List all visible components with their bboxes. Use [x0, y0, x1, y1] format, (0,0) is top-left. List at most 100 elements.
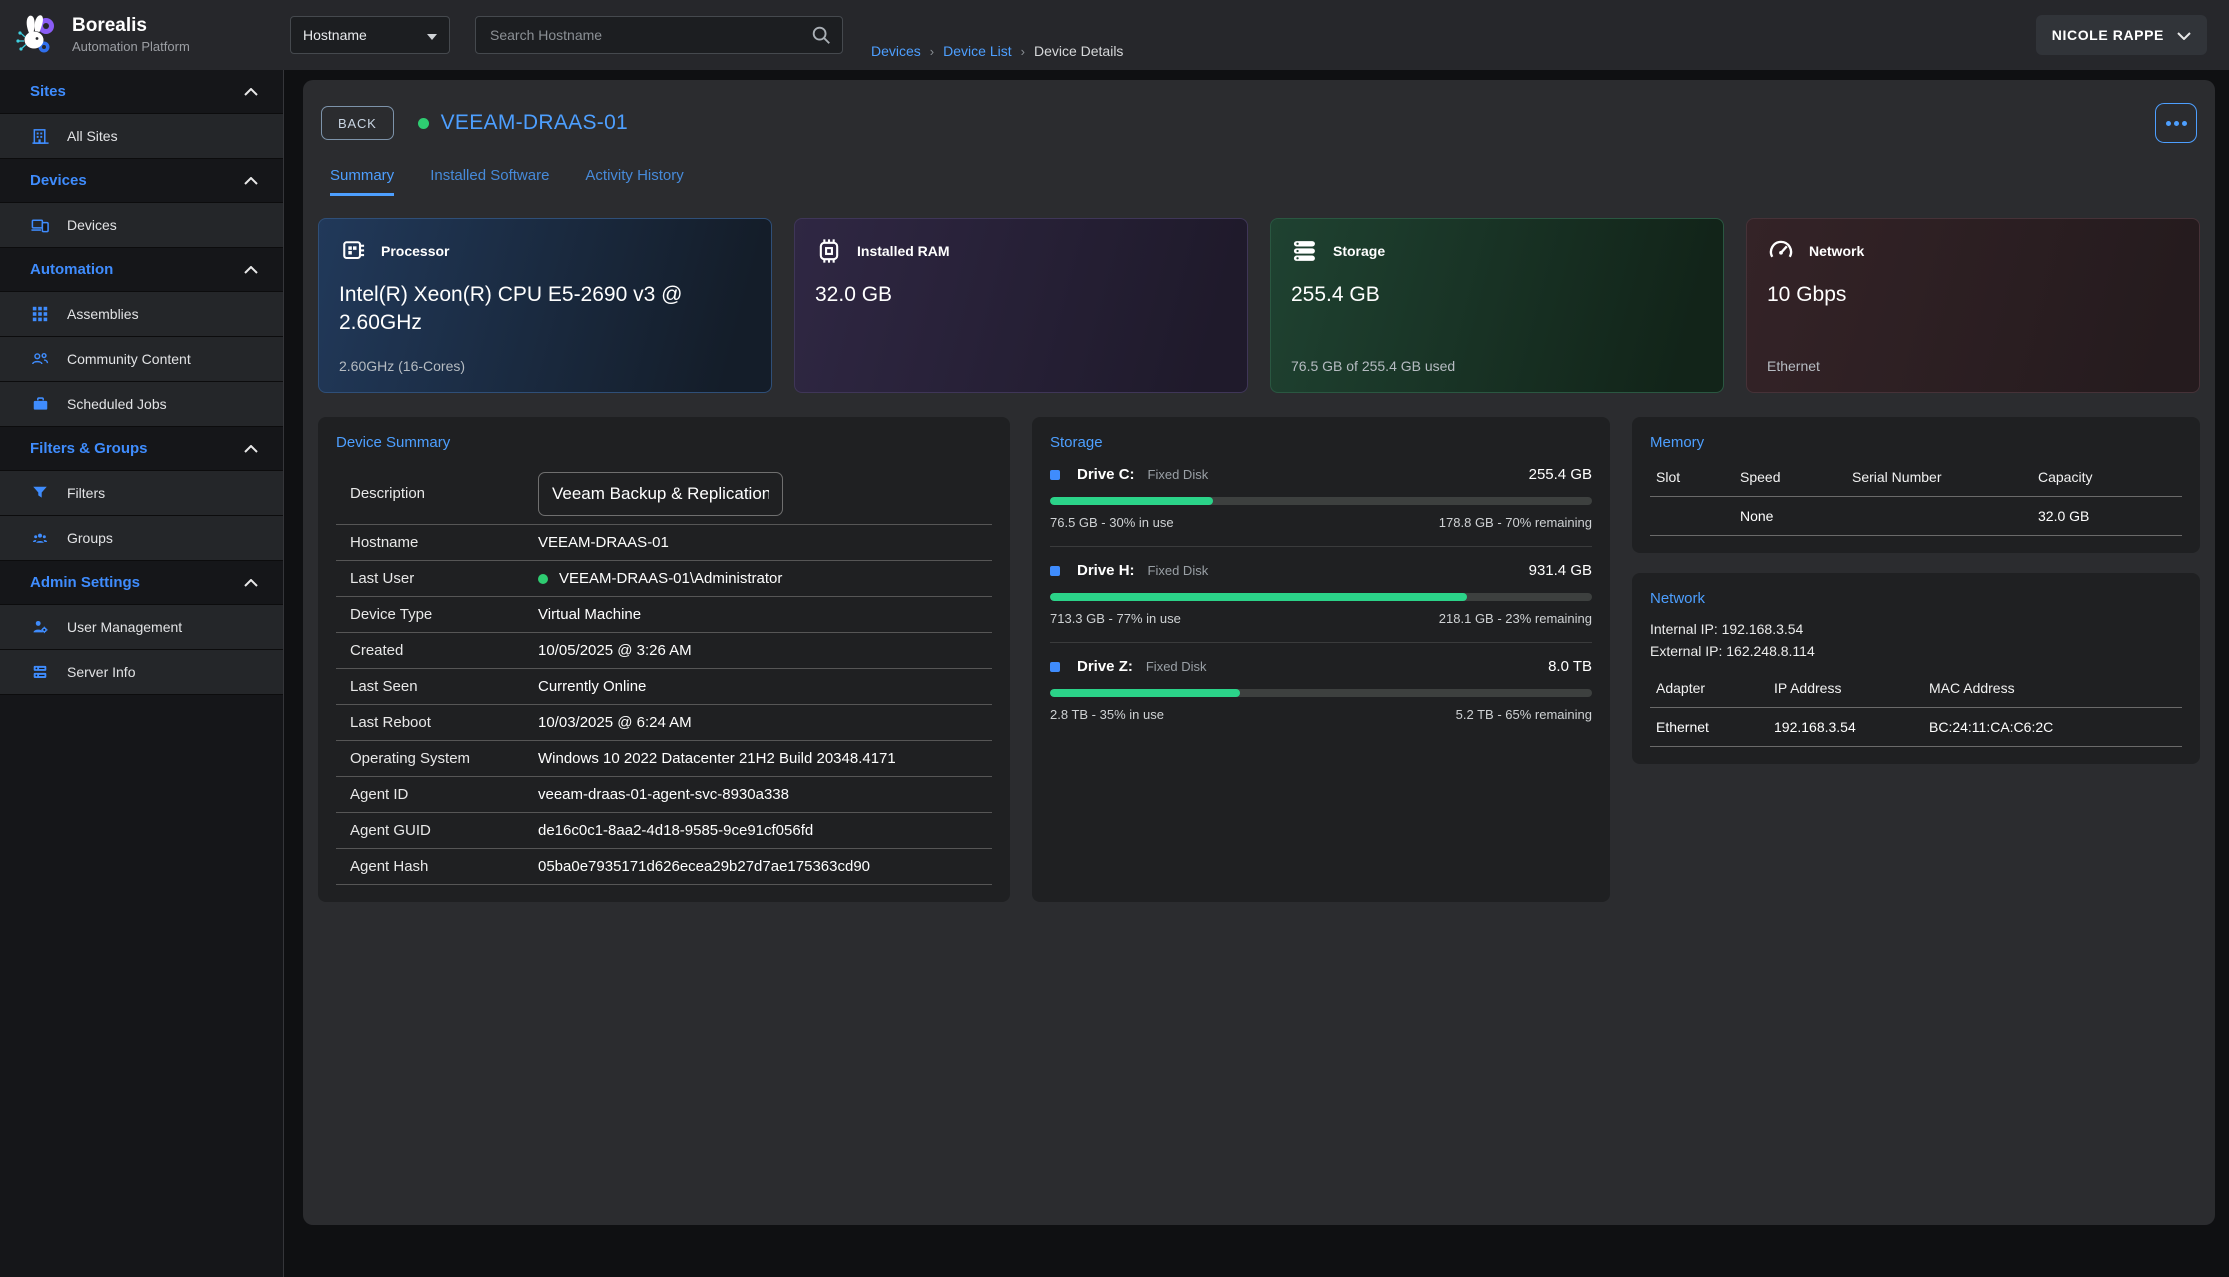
row-label: Operating System	[350, 750, 538, 767]
row-value: veeam-draas-01-agent-svc-8930a338	[538, 786, 789, 803]
sidebar-item-label: Server Info	[67, 664, 135, 680]
drive-bullet-icon	[1050, 470, 1060, 480]
sidebar-item-all-sites[interactable]: All Sites	[0, 114, 283, 159]
sidebar-section-sites[interactable]: Sites	[0, 70, 283, 114]
cell-adapter: Ethernet	[1656, 719, 1774, 735]
sidebar-item-label: Groups	[67, 530, 113, 546]
sidebar-section-filters-groups[interactable]: Filters & Groups	[0, 427, 283, 471]
borealis-rabbit-logo-icon	[13, 11, 59, 60]
sidebar-item-groups[interactable]: Groups	[0, 516, 283, 561]
breadcrumb-current: Device Details	[1034, 43, 1123, 59]
right-column: Memory Slot Speed Serial Number Capacity…	[1632, 417, 2200, 764]
sidebar-item-filters[interactable]: Filters	[0, 471, 283, 516]
search-icon	[810, 24, 832, 49]
installed-ram-card: Installed RAM 32.0 GB	[794, 218, 1248, 393]
sidebar-section-devices[interactable]: Devices	[0, 159, 283, 203]
filter-icon	[30, 484, 50, 502]
table-row: Operating System Windows 10 2022 Datacen…	[336, 741, 992, 777]
drive-used-text: 76.5 GB - 30% in use	[1050, 515, 1174, 530]
processor-card: Processor Intel(R) Xeon(R) CPU E5-2690 v…	[318, 218, 772, 393]
stat-subtitle: 2.60GHz (16-Cores)	[339, 358, 751, 374]
breadcrumb-devices[interactable]: Devices	[871, 43, 921, 59]
brand-name: Borealis	[72, 16, 190, 37]
more-actions-button[interactable]	[2155, 103, 2197, 143]
search-filter-dropdown[interactable]: Hostname	[290, 16, 450, 54]
user-name: NICOLE RAPPE	[2052, 27, 2164, 43]
memory-panel: Memory Slot Speed Serial Number Capacity…	[1632, 417, 2200, 553]
network-table: Adapter IP Address MAC Address Ethernet …	[1650, 676, 2182, 747]
sidebar-item-community-content[interactable]: Community Content	[0, 337, 283, 382]
network-card: Network 10 Gbps Ethernet	[1746, 218, 2200, 393]
row-value: de16c0c1-8aa2-4d18-9585-9ce91cf056fd	[538, 822, 813, 839]
table-row: Created 10/05/2025 @ 3:26 AM	[336, 633, 992, 669]
drive-name: Drive Z:	[1077, 658, 1133, 675]
row-value: Currently Online	[538, 678, 646, 695]
table-row: Agent GUID de16c0c1-8aa2-4d18-9585-9ce91…	[336, 813, 992, 849]
drive-type: Fixed Disk	[1148, 467, 1209, 482]
drive-row: Drive C: Fixed Disk 255.4 GB 76.5 GB - 3…	[1050, 451, 1592, 547]
drive-used-text: 713.3 GB - 77% in use	[1050, 611, 1181, 626]
people-icon	[30, 350, 50, 368]
search-box	[475, 16, 843, 54]
back-button[interactable]: BACK	[321, 106, 394, 140]
groups-icon	[30, 530, 50, 546]
sidebar-section-admin-settings[interactable]: Admin Settings	[0, 561, 283, 605]
detail-panels: Device Summary Description Hostname VEEA…	[318, 417, 2200, 902]
table-row: Ethernet 192.168.3.54 BC:24:11:CA:C6:2C	[1650, 707, 2182, 747]
tab-summary[interactable]: Summary	[330, 167, 394, 196]
row-value: Windows 10 2022 Datacenter 21H2 Build 20…	[538, 750, 896, 767]
sidebar-item-assemblies[interactable]: Assemblies	[0, 292, 283, 337]
sidebar-section-automation[interactable]: Automation	[0, 248, 283, 292]
row-label: Agent GUID	[350, 822, 538, 839]
column-header: Serial Number	[1852, 469, 2038, 485]
cell-mac: BC:24:11:CA:C6:2C	[1929, 719, 2182, 735]
breadcrumb-device-list[interactable]: Device List	[943, 43, 1011, 59]
cell-capacity: 32.0 GB	[2038, 508, 2182, 524]
table-row: Last User VEEAM-DRAAS-01\Administrator	[336, 561, 992, 597]
ram-icon	[815, 237, 843, 265]
table-row: Agent ID veeam-draas-01-agent-svc-8930a3…	[336, 777, 992, 813]
column-header: MAC Address	[1929, 680, 2182, 696]
drive-row: Drive H: Fixed Disk 931.4 GB 713.3 GB - …	[1050, 547, 1592, 643]
row-label: Last Reboot	[350, 714, 538, 731]
sidebar-item-label: User Management	[67, 619, 182, 635]
stat-cards: Processor Intel(R) Xeon(R) CPU E5-2690 v…	[318, 218, 2200, 393]
main-area: BACK VEEAM-DRAAS-01 Summary Installed So…	[285, 70, 2229, 1277]
drive-name: Drive H:	[1077, 562, 1135, 579]
chevron-down-icon	[2177, 27, 2191, 43]
column-header: Slot	[1656, 469, 1740, 485]
user-menu-button[interactable]: NICOLE RAPPE	[2036, 15, 2207, 55]
description-input[interactable]	[538, 472, 783, 516]
row-label: Agent Hash	[350, 858, 538, 875]
column-header: Adapter	[1656, 680, 1774, 696]
user-gear-icon	[30, 618, 50, 636]
drive-type: Fixed Disk	[1146, 659, 1207, 674]
cell-ip: 192.168.3.54	[1774, 719, 1929, 735]
drive-usage-fill	[1050, 593, 1467, 601]
row-label: Last User	[350, 570, 538, 587]
tab-activity-history[interactable]: Activity History	[585, 167, 683, 196]
breadcrumb-separator: ›	[930, 44, 934, 59]
row-value: 10/05/2025 @ 3:26 AM	[538, 642, 692, 659]
stat-label: Storage	[1333, 243, 1385, 259]
sidebar-item-user-management[interactable]: User Management	[0, 605, 283, 650]
brand-subtitle: Automation Platform	[72, 39, 190, 54]
row-value: 10/03/2025 @ 6:24 AM	[538, 714, 692, 731]
sidebar-item-scheduled-jobs[interactable]: Scheduled Jobs	[0, 382, 283, 427]
device-tabs: Summary Installed Software Activity Hist…	[330, 167, 2200, 196]
row-value: VEEAM-DRAAS-01	[538, 534, 669, 551]
storage-card: Storage 255.4 GB 76.5 GB of 255.4 GB use…	[1270, 218, 1724, 393]
device-summary-table: Description Hostname VEEAM-DRAAS-01 Last…	[336, 463, 992, 885]
sidebar-item-label: All Sites	[67, 128, 118, 144]
chevron-up-icon	[244, 83, 258, 100]
drive-size: 931.4 GB	[1529, 562, 1592, 579]
tab-installed-software[interactable]: Installed Software	[430, 167, 549, 196]
briefcase-icon	[30, 395, 50, 413]
stat-value: 255.4 GB	[1291, 281, 1703, 309]
chevron-up-icon	[244, 574, 258, 591]
sidebar-item-devices[interactable]: Devices	[0, 203, 283, 248]
sidebar-item-server-info[interactable]: Server Info	[0, 650, 283, 695]
column-header: IP Address	[1774, 680, 1929, 696]
section-label: Admin Settings	[30, 574, 140, 591]
search-input[interactable]	[475, 16, 843, 54]
